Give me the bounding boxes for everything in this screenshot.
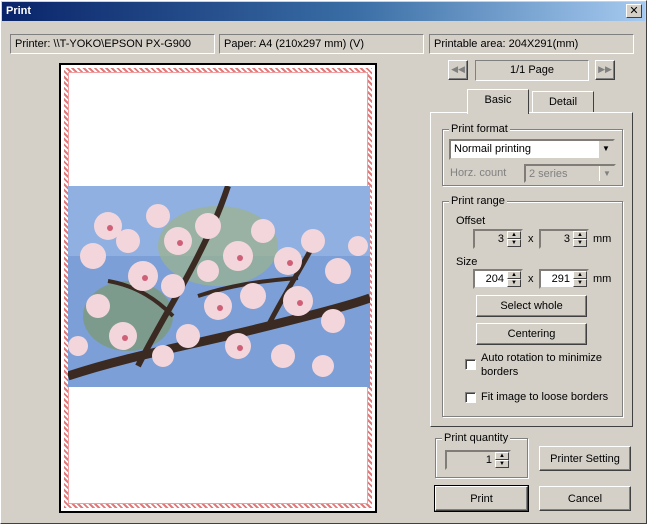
spin-down-icon[interactable]: ▼ bbox=[495, 460, 509, 468]
print-format-select[interactable]: Normail printing ▼ bbox=[449, 139, 615, 160]
chevron-down-icon: ▼ bbox=[598, 141, 613, 158]
select-whole-label: Select whole bbox=[500, 300, 563, 312]
title-bar: Print ✕ bbox=[2, 2, 645, 21]
cancel-label: Cancel bbox=[567, 493, 603, 505]
printable-area-info: Printable area: 204X291(mm) bbox=[429, 34, 634, 54]
print-quantity-group: Print quantity 1 ▲ ▼ bbox=[435, 432, 528, 478]
print-label: Print bbox=[470, 493, 493, 505]
offset-y-value: 3 bbox=[563, 233, 570, 245]
offset-unit-label: mm bbox=[593, 233, 612, 245]
printer-info: Printer: \\T-YOKO\EPSON PX-G900 bbox=[10, 34, 215, 54]
size-unit-label: mm bbox=[593, 273, 612, 285]
horz-count-select: 2 series ▼ bbox=[524, 164, 616, 183]
centering-label: Centering bbox=[507, 328, 556, 340]
select-whole-button[interactable]: Select whole bbox=[476, 295, 587, 317]
printer-setting-label: Printer Setting bbox=[550, 453, 620, 465]
print-dialog: Print ✕ Printer: \\T-YOKO\EPSON PX-G900 … bbox=[0, 0, 647, 524]
auto-rotation-label-line2: borders bbox=[481, 366, 519, 378]
tab-basic[interactable]: Basic bbox=[467, 89, 529, 114]
print-format-value: Normail printing bbox=[454, 143, 532, 155]
size-height-spinner[interactable]: 291 ▲ ▼ bbox=[539, 269, 589, 289]
times-label: x bbox=[528, 273, 534, 285]
print-format-group: Print format Normail printing ▼ Horz. co… bbox=[442, 123, 623, 186]
offset-x-spinner[interactable]: 3 ▲ ▼ bbox=[473, 229, 523, 249]
print-format-label: Print format bbox=[449, 123, 510, 135]
close-icon: ✕ bbox=[629, 4, 639, 17]
print-preview bbox=[59, 63, 377, 513]
spin-up-icon[interactable]: ▲ bbox=[507, 271, 521, 279]
chevron-down-icon: ▼ bbox=[599, 166, 614, 181]
spin-down-icon[interactable]: ▼ bbox=[507, 239, 521, 247]
window-title: Print bbox=[6, 5, 32, 17]
centering-button[interactable]: Centering bbox=[476, 323, 587, 345]
offset-y-spinner[interactable]: 3 ▲ ▼ bbox=[539, 229, 589, 249]
preview-image bbox=[68, 186, 370, 387]
print-quantity-label: Print quantity bbox=[442, 432, 511, 444]
size-width-spinner[interactable]: 204 ▲ ▼ bbox=[473, 269, 523, 289]
print-quantity-spinner[interactable]: 1 ▲ ▼ bbox=[445, 450, 511, 470]
spin-down-icon[interactable]: ▼ bbox=[573, 239, 587, 247]
spin-down-icon[interactable]: ▼ bbox=[507, 279, 521, 287]
double-left-arrow-icon: ◀◀ bbox=[451, 64, 465, 74]
size-width-value: 204 bbox=[485, 273, 504, 285]
horz-count-value: 2 series bbox=[529, 168, 568, 180]
auto-rotation-checkbox[interactable] bbox=[465, 359, 476, 370]
auto-rotation-label-line1: Auto rotation to minimize bbox=[481, 352, 603, 364]
cherry-blossom-image bbox=[68, 186, 370, 387]
paper-info: Paper: A4 (210x297 mm) (V) bbox=[219, 34, 424, 54]
double-right-arrow-icon: ▶▶ bbox=[598, 64, 612, 74]
horz-count-label: Horz. count bbox=[450, 167, 507, 179]
prev-page-button[interactable]: ◀◀ bbox=[448, 60, 468, 80]
print-range-label: Print range bbox=[449, 195, 507, 207]
print-quantity-value: 1 bbox=[485, 454, 492, 466]
close-button[interactable]: ✕ bbox=[626, 4, 642, 18]
page-indicator: 1/1 Page bbox=[475, 60, 589, 81]
offset-x-value: 3 bbox=[497, 233, 504, 245]
cancel-button[interactable]: Cancel bbox=[539, 486, 631, 511]
spin-up-icon[interactable]: ▲ bbox=[573, 271, 587, 279]
tab-detail[interactable]: Detail bbox=[532, 91, 594, 113]
spin-up-icon[interactable]: ▲ bbox=[573, 231, 587, 239]
print-button[interactable]: Print bbox=[434, 485, 529, 512]
times-label: x bbox=[528, 233, 534, 245]
spin-down-icon[interactable]: ▼ bbox=[573, 279, 587, 287]
offset-label: Offset bbox=[456, 215, 486, 227]
printer-setting-button[interactable]: Printer Setting bbox=[539, 446, 631, 471]
print-range-group: Print range Offset 3 ▲ ▼ x 3 ▲ ▼ mm Size 2… bbox=[442, 195, 623, 417]
spin-up-icon[interactable]: ▲ bbox=[507, 231, 521, 239]
next-page-button[interactable]: ▶▶ bbox=[595, 60, 615, 80]
fit-image-checkbox[interactable] bbox=[465, 392, 476, 403]
size-label: Size bbox=[456, 256, 478, 268]
fit-image-label: Fit image to loose borders bbox=[481, 391, 609, 403]
spin-up-icon[interactable]: ▲ bbox=[495, 452, 509, 460]
size-height-value: 291 bbox=[551, 273, 570, 285]
